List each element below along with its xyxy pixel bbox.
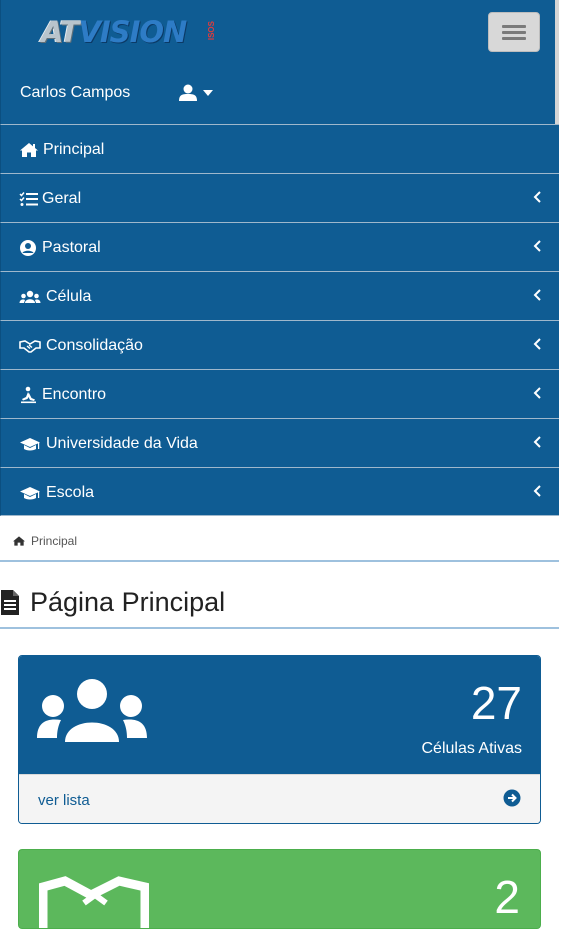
- nav-item-label: Geral: [42, 190, 82, 207]
- nav-item-label: Encontro: [42, 386, 107, 403]
- chevron-left-icon: [533, 436, 541, 448]
- nav-item-geral[interactable]: Geral: [0, 173, 559, 222]
- nav-item-universidade-da-vida[interactable]: Universidade da Vida: [0, 418, 559, 467]
- stat-count: 2: [494, 871, 520, 923]
- logo[interactable]: ATVISION ISOS: [41, 12, 216, 52]
- user-menu-dropdown[interactable]: [179, 83, 215, 103]
- top-navbar: ATVISION ISOS Carlos Campos: [0, 0, 559, 124]
- nav-item-encontro[interactable]: Encontro: [0, 369, 559, 418]
- breadcrumb-item[interactable]: Principal: [31, 534, 77, 548]
- person-praying-icon: [21, 386, 36, 404]
- home-icon: [20, 143, 38, 157]
- nav-item-celula[interactable]: Célula: [0, 271, 559, 320]
- user-circle-icon: [20, 240, 36, 256]
- users-icon: [19, 290, 41, 303]
- page-title-text: Página Principal: [30, 586, 226, 617]
- handshake-icon: [19, 340, 41, 353]
- home-icon: [13, 536, 25, 546]
- stat-count: 27: [470, 677, 522, 729]
- stat-card-celulas: 27 Células Ativas ver lista: [18, 655, 541, 824]
- view-list-label: ver lista: [38, 792, 90, 809]
- document-icon: [1, 589, 19, 615]
- chevron-left-icon: [533, 387, 541, 399]
- view-list-link[interactable]: ver lista: [19, 774, 540, 823]
- nav-item-label: Pastoral: [42, 239, 101, 256]
- nav-item-principal[interactable]: Principal: [0, 124, 559, 173]
- nav-item-label: Escola: [46, 484, 95, 501]
- nav-item-label: Célula: [46, 288, 92, 305]
- stat-card-header: 27 Células Ativas: [19, 656, 540, 774]
- menu-toggle-button[interactable]: [488, 12, 540, 52]
- nav-item-label: Consolidação: [46, 337, 143, 354]
- nav-item-label: Universidade da Vida: [46, 435, 198, 452]
- nav-item-pastoral[interactable]: Pastoral: [0, 222, 559, 271]
- nav-item-consolidacao[interactable]: Consolidação: [0, 320, 559, 369]
- chevron-left-icon: [533, 240, 541, 252]
- stat-card-consolidacao: 2: [18, 849, 541, 929]
- breadcrumb: Principal: [12, 533, 77, 549]
- graduation-cap-icon: [20, 487, 40, 500]
- chevron-left-icon: [533, 191, 541, 203]
- page-title: Página Principal: [0, 584, 225, 620]
- chevron-left-icon: [533, 338, 541, 350]
- divider: [0, 560, 559, 562]
- stat-caption: Células Ativas: [421, 740, 523, 757]
- logo-tag: ISOS: [207, 21, 216, 41]
- caret-down-icon: [203, 90, 213, 96]
- user-name: Carlos Campos: [20, 84, 131, 101]
- users-icon: [37, 679, 147, 742]
- logo-text: ATVISION: [41, 15, 187, 49]
- main-nav: Principal Geral Pastoral Célula Consolid…: [0, 124, 559, 516]
- chevron-left-icon: [533, 289, 541, 301]
- user-row: Carlos Campos: [20, 82, 130, 104]
- nav-item-label: Principal: [43, 141, 105, 158]
- graduation-cap-icon: [20, 438, 40, 451]
- list-check-icon: [19, 192, 38, 206]
- arrow-circle-right-icon: [503, 789, 521, 807]
- chevron-left-icon: [533, 485, 541, 497]
- divider: [0, 627, 559, 629]
- user-icon: [179, 84, 197, 101]
- handshake-icon: [39, 876, 149, 928]
- nav-item-escola[interactable]: Escola: [0, 467, 559, 516]
